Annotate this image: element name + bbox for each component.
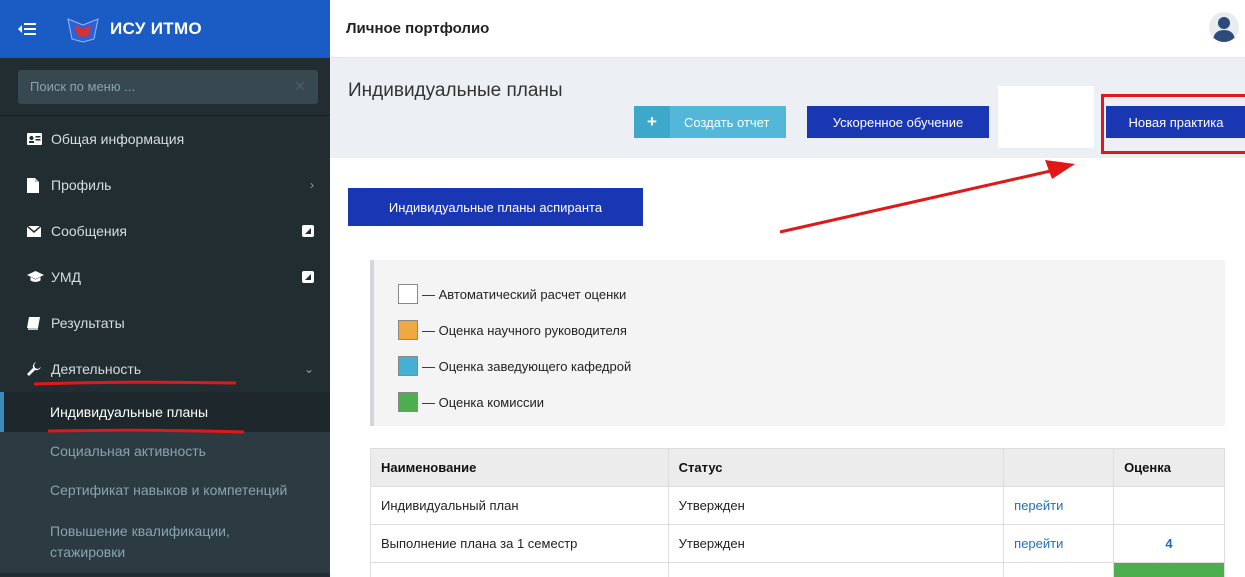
column-header-name: Наименование xyxy=(370,448,669,487)
brand-bar: ИСУ ИТМО xyxy=(0,0,330,58)
content-heading: Индивидуальные планы xyxy=(348,80,563,101)
brand-title[interactable]: ИСУ ИТМО xyxy=(110,19,202,39)
clear-search-icon[interactable]: ✕ xyxy=(294,78,306,95)
sidebar-item-label: Профиль xyxy=(51,177,112,193)
goto-link[interactable]: перейти xyxy=(1003,486,1115,525)
sidebar-subitem-qualification[interactable]: Повышение квалификации, стажировки xyxy=(0,510,330,573)
column-header-score: Оценка xyxy=(1113,448,1225,487)
table-row: Индивидуальный план Утвержден перейти xyxy=(370,486,1225,525)
table-header-row: Наименование Статус Оценка xyxy=(370,448,1225,487)
top-bar: Личное портфолио xyxy=(330,0,1245,58)
menu-search-input[interactable] xyxy=(30,79,260,94)
legend-label: — Автоматический расчет оценки xyxy=(422,286,627,302)
cell-status: Утвержден xyxy=(667,524,1005,563)
legend-row: — Оценка комиссии xyxy=(398,384,1225,420)
accelerated-learning-button[interactable]: Ускоренное обучение xyxy=(807,106,989,138)
highlight-box xyxy=(1101,94,1245,154)
legend-row: — Автоматический расчет оценки xyxy=(398,276,1225,312)
search-box: ✕ xyxy=(18,69,318,104)
grade-legend: — Автоматический расчет оценки — Оценка … xyxy=(370,260,1225,426)
sidebar-subitem-label: стажировки xyxy=(50,543,126,560)
cell-name: Выполнение плана за 1 семестр xyxy=(370,524,669,563)
sidebar-item-label: Деятельность xyxy=(51,361,142,377)
cell-link xyxy=(1003,562,1115,577)
sidebar-subitem-social-activity[interactable]: Социальная активность xyxy=(0,432,330,470)
sidebar-subitem-label: Социальная активность xyxy=(50,443,206,459)
blank-area xyxy=(998,86,1094,148)
cell-status xyxy=(667,562,1005,577)
sidebar-subitem-label: Повышение квалификации, xyxy=(50,522,230,539)
goto-link[interactable]: перейти xyxy=(1003,524,1115,563)
sidebar-item-activity[interactable]: Деятельность ⌄ xyxy=(0,346,330,392)
legend-label: — Оценка научного руководителя xyxy=(422,322,627,338)
content-body: Индивидуальные планы аспиранта — Автомат… xyxy=(330,158,1245,577)
table-row xyxy=(370,562,1225,577)
sidebar-item-results[interactable]: Результаты xyxy=(0,300,330,346)
legend-swatch-green xyxy=(398,392,418,412)
activity-submenu: Индивидуальные планы Социальная активнос… xyxy=(0,392,330,573)
sidebar-item-profile[interactable]: Профиль › xyxy=(0,162,330,208)
create-report-button[interactable]: + Создать отчет xyxy=(634,106,786,138)
column-header-status: Статус xyxy=(667,448,1005,487)
envelope-icon xyxy=(27,225,51,237)
plans-table: Наименование Статус Оценка Индивидуальны… xyxy=(370,448,1225,577)
sidebar-subitem-label: Сертификат навыков и компетенций xyxy=(50,482,288,498)
external-link-icon xyxy=(302,225,314,237)
id-card-icon xyxy=(27,133,51,145)
cell-score xyxy=(1113,486,1225,525)
sidebar-subitem-label: Индивидуальные планы xyxy=(50,404,209,420)
sidebar-item-umd[interactable]: УМД xyxy=(0,254,330,300)
column-header-link xyxy=(1003,448,1115,487)
legend-label: — Оценка заведующего кафедрой xyxy=(422,358,632,374)
legend-swatch-orange xyxy=(398,320,418,340)
sidebar-item-label: Общая информация xyxy=(51,131,185,147)
legend-row: — Оценка научного руководителя xyxy=(398,312,1225,348)
legend-swatch-blue xyxy=(398,356,418,376)
legend-swatch-white xyxy=(398,284,418,304)
sidebar-subitem-skills-certificate[interactable]: Сертификат навыков и компетенций xyxy=(0,470,330,510)
plus-icon: + xyxy=(634,106,670,138)
sidebar-item-label: УМД xyxy=(51,269,82,285)
table-row: Выполнение плана за 1 семестр Утвержден … xyxy=(370,524,1225,563)
page-title: Личное портфолио xyxy=(346,20,490,37)
aspirant-plans-button[interactable]: Индивидуальные планы аспиранта xyxy=(348,188,643,226)
itmo-logo xyxy=(66,15,100,43)
chevron-right-icon: › xyxy=(310,178,314,192)
cell-name xyxy=(370,562,669,577)
graduation-cap-icon xyxy=(27,271,51,283)
sidebar-item-messages[interactable]: Сообщения xyxy=(0,208,330,254)
cell-score: 4 xyxy=(1113,524,1225,563)
sidebar-item-label: Сообщения xyxy=(51,223,127,239)
sidebar-item-general-info[interactable]: Общая информация xyxy=(0,116,330,162)
menu-search: ✕ xyxy=(0,58,330,116)
cell-status: Утвержден xyxy=(667,486,1005,525)
create-report-label: Создать отчет xyxy=(684,114,770,130)
cell-score-green xyxy=(1113,562,1225,577)
book-icon xyxy=(27,316,51,330)
legend-label: — Оценка комиссии xyxy=(422,394,545,410)
file-icon xyxy=(27,177,51,193)
content-header: Индивидуальные планы + Создать отчет Уск… xyxy=(330,58,1245,158)
sidebar-toggle-icon[interactable] xyxy=(18,22,52,36)
sidebar: ИСУ ИТМО ✕ Общая информация Профиль › Со… xyxy=(0,0,330,577)
wrench-icon xyxy=(27,362,51,376)
sidebar-subitem-individual-plans[interactable]: Индивидуальные планы xyxy=(0,392,330,432)
legend-row: — Оценка заведующего кафедрой xyxy=(398,348,1225,384)
chevron-down-icon: ⌄ xyxy=(303,362,314,376)
main-content: Индивидуальные планы + Создать отчет Уск… xyxy=(330,58,1245,577)
external-link-icon xyxy=(302,271,314,283)
cell-name: Индивидуальный план xyxy=(370,486,669,525)
sidebar-item-label: Результаты xyxy=(51,315,125,331)
user-avatar-icon[interactable] xyxy=(1209,12,1239,42)
